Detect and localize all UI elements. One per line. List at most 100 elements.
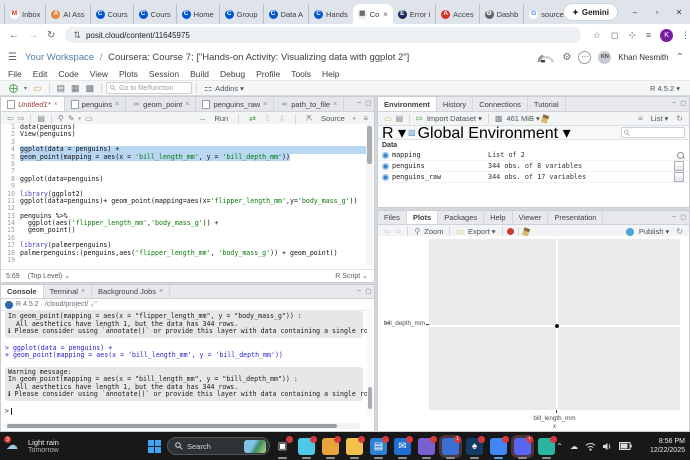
forward-icon[interactable]: → [28,30,38,41]
browser-menu-kebab-icon[interactable]: ⋮ [681,30,690,41]
browser-tab[interactable]: A Acces [435,4,478,24]
extensions-icon[interactable]: ◻ [611,30,618,41]
breadcrumb-workspace-link[interactable]: Your Workspace [25,52,94,63]
site-info-icon[interactable]: ⇅ [73,30,81,41]
compile-report-icon[interactable]: ▭ [85,114,93,123]
editor-scrollbar[interactable] [366,124,373,265]
console-prompt[interactable]: > [5,408,363,416]
tab-close-icon[interactable]: × [333,101,337,108]
source-tab[interactable]: geom_point × [126,97,196,111]
source-icon[interactable]: ⇱ [306,114,313,123]
taskbar-app-icon[interactable] [538,438,555,455]
taskbar-app-icon[interactable] [322,438,339,455]
plots-pane-tab[interactable]: Packages [438,211,484,224]
open-file-icon[interactable]: ▭ [33,83,42,94]
next-plot-icon[interactable]: ⇨ [395,227,402,236]
console-output[interactable]: In geom_point(mapping = aes(x = "flipper… [1,309,367,421]
plots-pane-tab[interactable]: Help [484,211,512,224]
menu-item[interactable]: Edit [33,69,48,79]
source-button[interactable]: Source [321,114,345,123]
source-tab[interactable]: penguins × [65,97,127,111]
environment-tab[interactable]: Environment [378,97,437,111]
save-all-icon[interactable]: ▦ [71,83,80,94]
language-selector[interactable]: R ▾ [382,123,406,143]
menu-item[interactable]: Profile [256,69,280,79]
taskbar-app-icon[interactable]: ▣ [274,438,291,455]
menu-item[interactable]: Help [322,69,339,79]
run-above-icon[interactable]: ⇧ [264,114,271,123]
code-tools-dropdown-icon[interactable]: ▾ [79,116,82,122]
file-type-selector[interactable]: R Script ⌄ [335,272,368,280]
back-icon[interactable]: ← [9,30,19,41]
gemini-button[interactable]: ✦ Gemini [563,3,618,21]
plots-pane-tab[interactable]: Viewer [513,211,549,224]
forward-icon[interactable]: ⇨ [18,114,25,123]
taskbar-clock[interactable]: 8:56 PM 12/22/2025 [650,437,685,455]
clear-plots-broom-icon[interactable] [521,227,529,237]
taskbar-app-icon[interactable] [298,438,315,455]
wifi-icon[interactable] [585,442,596,451]
console-tab[interactable]: Background Jobs × [92,285,170,298]
taskbar-search[interactable]: Search [167,437,270,455]
run-below-icon[interactable]: ⇩ [279,114,286,123]
console-horizontal-scrollbar[interactable] [3,423,361,429]
tab-close-icon[interactable]: × [81,288,85,295]
plots-pane-tab[interactable]: Files [378,211,407,224]
environment-object-row[interactable]: mapping List of 2 [378,150,689,161]
new-file-icon[interactable]: ⨁ [9,83,18,94]
plots-pane-tab[interactable]: Presentation [548,211,603,224]
pane-window-buttons[interactable]: –◻ [672,99,686,107]
tab-close-icon[interactable]: × [54,101,58,108]
environment-tab[interactable]: Connections [473,97,528,111]
zoom-plot-button[interactable]: Zoom [424,227,443,236]
browser-tab[interactable]: ▦ Co × [353,4,393,24]
tab-close-icon[interactable]: × [159,288,163,295]
bookmark-star-icon[interactable]: ☆ [593,30,601,41]
tab-close-icon[interactable]: × [185,101,189,108]
addins-dropdown[interactable]: Addins ▾ [215,84,244,93]
plots-pane-tab[interactable]: Plots [407,211,438,224]
chevron-up-icon[interactable]: ⌃ [676,52,684,63]
refresh-icon[interactable]: ↻ [676,227,683,236]
back-icon[interactable]: ⇦ [7,114,14,123]
browser-tab[interactable]: E Error i [393,4,435,24]
menu-item[interactable]: Code [58,69,78,79]
source-tab[interactable]: Untitled1* × [1,97,65,111]
console-tab[interactable]: Console [1,285,44,298]
browser-tab[interactable]: C Cours [90,4,133,24]
taskbar-app-icon[interactable]: ♠ [466,438,483,455]
window-control-button[interactable]: ▫ [646,0,668,24]
menu-item[interactable]: Tools [291,69,311,79]
tray-chevron-icon[interactable]: ⌃ [556,442,563,451]
window-control-button[interactable]: – [624,0,646,24]
save-icon[interactable]: ▤ [37,114,45,123]
source-tab[interactable]: path_to_file × [274,97,344,111]
hamburger-icon[interactable]: ☰ [8,52,17,63]
menu-item[interactable]: Build [190,69,209,79]
browser-tab[interactable]: C Hands [308,4,353,24]
pane-window-buttons[interactable]: –◻ [672,213,686,221]
taskbar-app-icon[interactable]: ✉ [394,438,411,455]
r-version-dropdown[interactable]: R 4.5.2 ▾ [650,84,680,93]
run-button[interactable]: Run [214,114,228,123]
scope-selector[interactable]: (Top Level) ⌄ [28,272,70,280]
volume-icon[interactable] [603,442,612,451]
export-dropdown[interactable]: Export ▾ [468,227,496,236]
object-action-icon[interactable] [674,172,684,182]
browser-tab[interactable]: A AI Ass [45,4,89,24]
open-in-window-icon[interactable]: ⤢ [91,301,97,309]
user-avatar[interactable]: KN [598,51,611,64]
source-dropdown-icon[interactable]: ▾ [353,116,356,122]
start-button[interactable] [148,440,161,453]
tab-close-icon[interactable]: × [115,101,119,108]
remove-plot-icon[interactable] [507,228,514,235]
browser-tab[interactable]: C Home [176,4,219,24]
menu-item[interactable]: Debug [220,69,245,79]
addins-grid-icon[interactable]: ⚏ [204,83,212,94]
onedrive-cloud-icon[interactable]: ☁ [570,442,578,451]
find-icon[interactable]: ⚲ [58,114,64,123]
menu-item[interactable]: File [8,69,22,79]
list-view-dropdown[interactable]: List ▾ [651,114,669,123]
window-control-button[interactable]: ✕ [668,0,690,24]
environment-search-input[interactable] [621,127,685,138]
